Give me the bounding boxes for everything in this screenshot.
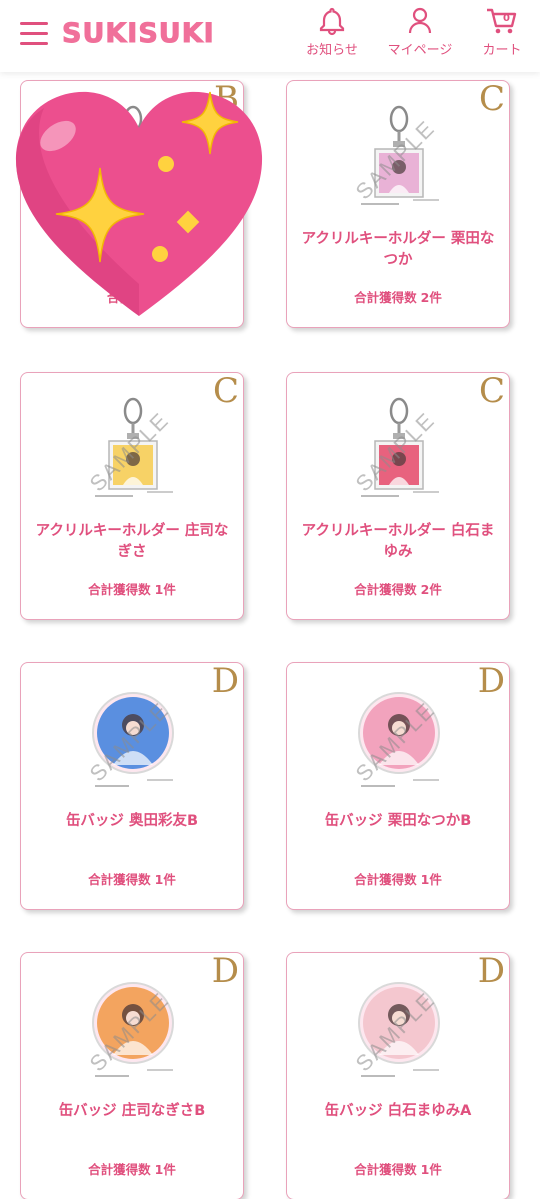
nav-cart-label: カート	[482, 43, 522, 58]
item-card[interactable]: D SAMPLE 缶バッジ 庄司なぎさB 合計獲得数 1件	[20, 952, 244, 1199]
keyholder-product-image	[361, 397, 439, 497]
item-count: 合計獲得数 1件	[21, 579, 243, 598]
rank-letter: D	[477, 662, 505, 701]
item-count: 合計獲得数 2件	[287, 287, 509, 306]
badge-product-image	[92, 692, 174, 787]
count-value: 1件	[154, 582, 176, 597]
rank-letter: D	[477, 952, 505, 991]
item-count: 合計獲得数 1件	[21, 869, 243, 888]
item-name: アクリルキーホルダー 白石まゆみ	[301, 523, 495, 560]
badge-product-image	[358, 982, 440, 1077]
item-count: 合計獲得数 1件	[287, 1159, 509, 1178]
item-name: アクリルキーホルダー 庄司なぎさ	[35, 523, 229, 560]
item-card[interactable]: D SAMPLE 缶バッジ 栗田なつかB 合計獲得数 1件	[286, 662, 510, 910]
keyholder-product-image	[361, 105, 439, 205]
count-label: 合計獲得数	[88, 872, 151, 887]
item-count: 合計獲得数 1件	[287, 869, 509, 888]
item-count: 合計獲得数 2件	[287, 579, 509, 598]
item-name: 缶バッジ 栗田なつかB	[324, 813, 472, 829]
item-name: 缶バッジ 奥田彩友B	[65, 813, 199, 829]
nav-notice-label: お知らせ	[306, 43, 358, 58]
item-card[interactable]: B SAMPLE ライ ン合計 1件	[20, 80, 244, 328]
item-card[interactable]: C SAMPLE アクリルキーホルダー 栗田なつか 合計獲得数 2件	[286, 80, 510, 328]
item-card[interactable]: C SAMPLE アクリルキーホルダー 白石まゆみ 合計獲得数 2件	[286, 372, 510, 620]
nav-notice-button[interactable]: お知らせ	[292, 6, 372, 58]
count-value: 1件	[135, 290, 158, 305]
cart-icon	[487, 8, 517, 34]
item-name: 缶バッジ 白石まゆみA	[324, 1103, 472, 1119]
item-count: 合計 1件	[21, 287, 243, 306]
count-value: 1件	[420, 872, 442, 887]
count-value: 1件	[420, 1162, 442, 1177]
badge-product-image	[92, 982, 174, 1077]
nav-cart-button[interactable]: 0 カート	[462, 6, 540, 58]
item-name: アクリルキーホルダー 栗田なつか	[301, 231, 495, 268]
item-card[interactable]: C SAMPLE アクリルキーホルダー 庄司なぎさ 合計獲得数 1件	[20, 372, 244, 620]
count-value: 2件	[420, 582, 442, 597]
cart-count-badge: 0	[503, 13, 510, 24]
count-label: 合計獲得数	[88, 582, 151, 597]
count-label: 合計獲得数	[354, 1162, 417, 1177]
rank-letter: D	[211, 952, 239, 991]
count-label: 合計獲得数	[88, 1162, 151, 1177]
app-header: SUKISUKI お知らせ マイページ 0 カート	[0, 0, 540, 72]
user-icon	[408, 7, 432, 34]
count-label: 合計獲得数	[354, 290, 417, 305]
count-label: 合計獲得数	[354, 872, 417, 887]
count-label: 合計	[106, 290, 132, 305]
item-count: 合計獲得数 1件	[21, 1159, 243, 1178]
hamburger-menu-icon[interactable]	[20, 22, 48, 46]
item-name: ライ ン	[59, 231, 205, 247]
site-logo[interactable]: SUKISUKI	[62, 18, 215, 50]
nav-mypage-label: マイページ	[387, 43, 453, 58]
rank-letter: C	[478, 80, 505, 119]
keyholder-product-image	[95, 397, 173, 497]
rank-letter: B	[214, 80, 239, 119]
rank-letter: C	[478, 372, 505, 411]
count-value: 1件	[154, 1162, 176, 1177]
item-name: 缶バッジ 庄司なぎさB	[58, 1103, 206, 1119]
rank-letter: D	[211, 662, 239, 701]
count-value: 2件	[420, 290, 442, 305]
item-card[interactable]: D SAMPLE 缶バッジ 白石まゆみA 合計獲得数 1件	[286, 952, 510, 1199]
count-value: 1件	[154, 872, 176, 887]
rank-letter: C	[212, 372, 239, 411]
nav-mypage-button[interactable]: マイページ	[380, 6, 460, 58]
badge-product-image	[358, 692, 440, 787]
keyholder-product-image	[95, 105, 173, 205]
item-card[interactable]: D SAMPLE 缶バッジ 奥田彩友B 合計獲得数 1件	[20, 662, 244, 910]
count-label: 合計獲得数	[354, 582, 417, 597]
bell-icon	[319, 7, 345, 36]
